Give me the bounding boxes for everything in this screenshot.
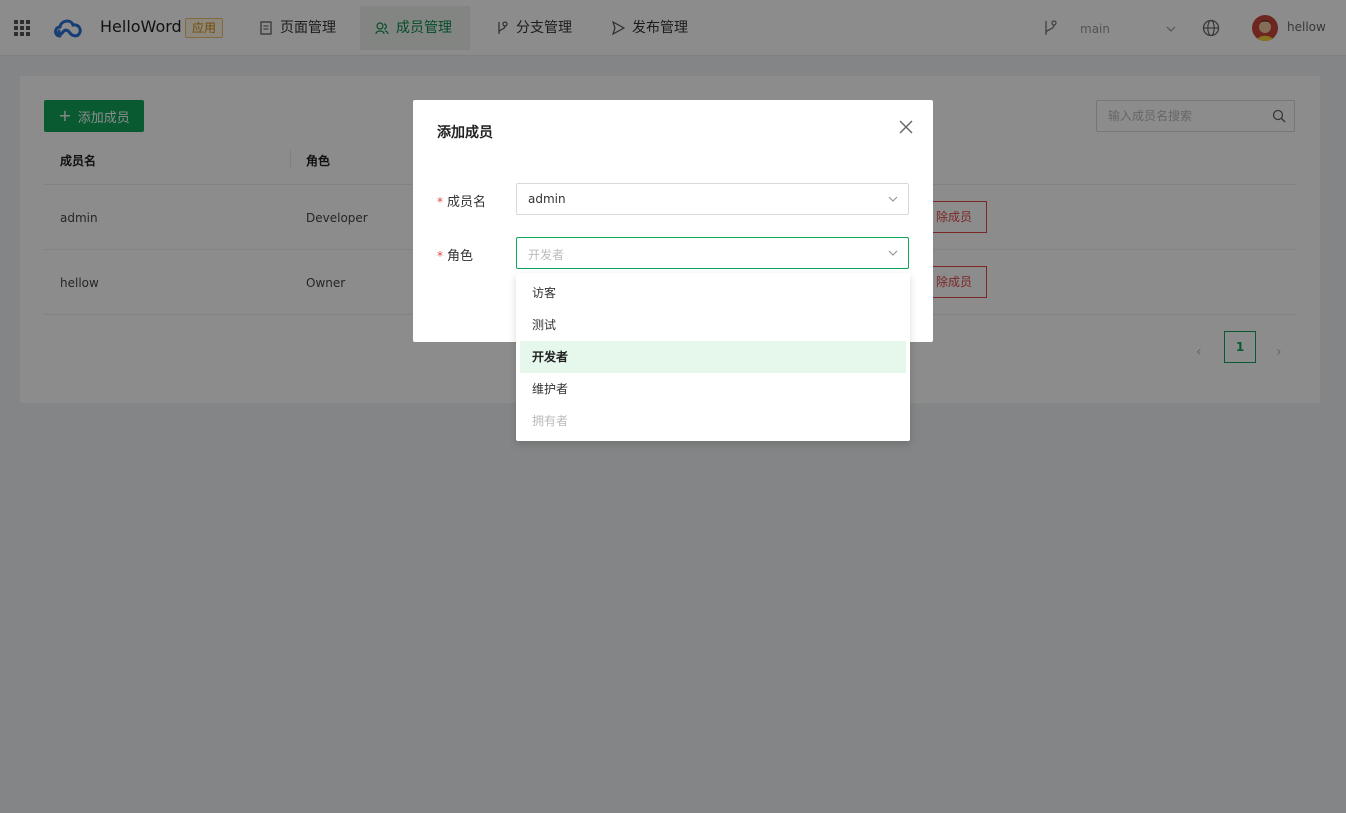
role-option-developer[interactable]: 开发者 (520, 341, 906, 373)
role-option-owner: 拥有者 (532, 414, 569, 428)
chevron-down-icon (888, 250, 898, 256)
role-option-maintainer[interactable]: 维护者 (520, 373, 906, 405)
member-name-value: admin (528, 192, 566, 206)
role-select[interactable]: 开发者 (516, 237, 909, 269)
role-dropdown: 访客 测试 开发者 维护者 拥有者 (516, 273, 910, 441)
required-mark: * (437, 195, 443, 209)
role-placeholder: 开发者 (528, 248, 565, 262)
close-icon[interactable] (897, 118, 915, 136)
chevron-down-icon (888, 196, 898, 202)
role-option-guest[interactable]: 访客 (520, 277, 906, 309)
role-option-tester[interactable]: 测试 (520, 309, 906, 341)
required-mark: * (437, 249, 443, 263)
role-label: * 角色 (437, 249, 474, 264)
modal-title: 添加成员 (437, 125, 493, 141)
member-name-select[interactable]: admin (516, 183, 909, 215)
member-name-label: * 成员名 (437, 195, 487, 210)
